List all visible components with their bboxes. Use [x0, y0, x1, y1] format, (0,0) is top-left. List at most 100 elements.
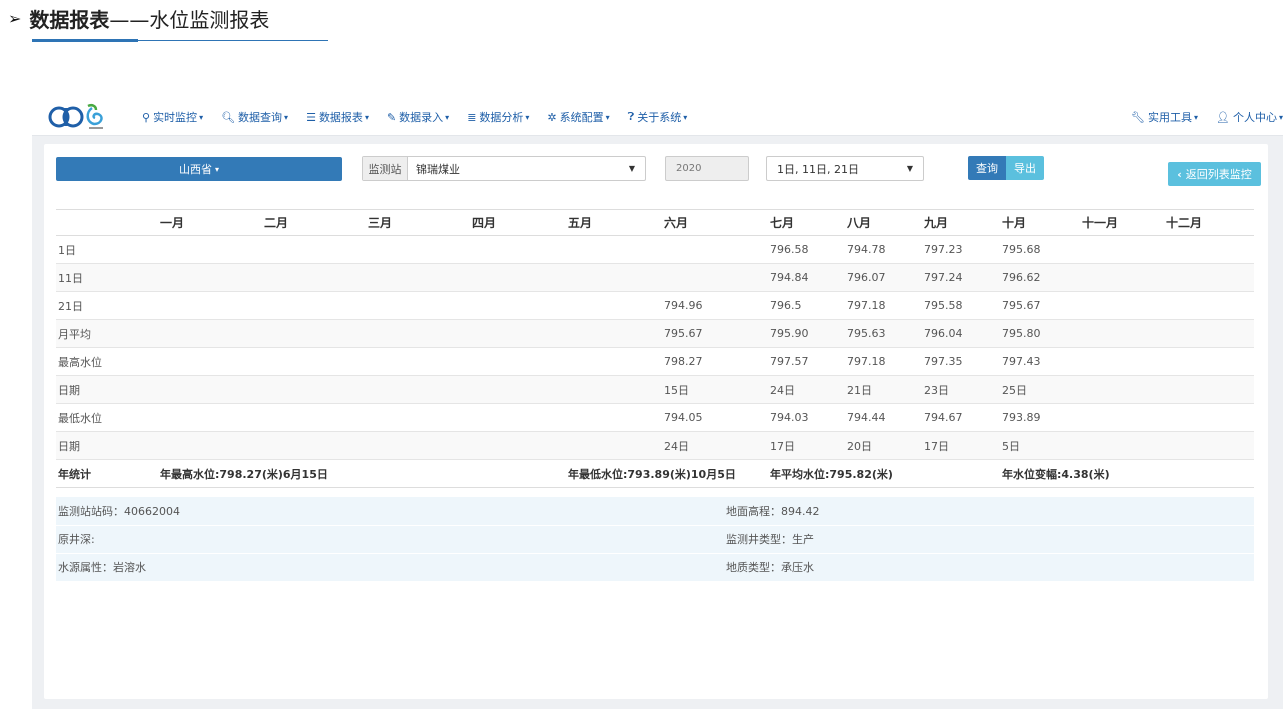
tasks-icon: ≣ [467, 110, 477, 124]
table-cell [1082, 403, 1166, 432]
table-cell [1166, 431, 1254, 460]
table-cell [160, 263, 264, 292]
caret-down-icon: ▾ [214, 164, 219, 174]
table-cell: 795.67 [664, 319, 770, 348]
info-row: 水源属性：岩溶水 地质类型：承压水 [56, 553, 1254, 582]
caret-down-icon: ▾ [199, 112, 204, 122]
user-icon: 👤︎ [1216, 110, 1230, 124]
table-cell: 794.67 [924, 403, 1002, 432]
month-header: 六月 [664, 209, 770, 236]
nav-item-user-center[interactable]: 👤︎ 个人中心 ▾ [1216, 109, 1283, 125]
nav-item-about-system[interactable]: ❓︎ 关于系统 ▾ [628, 109, 688, 125]
month-header: 九月 [924, 209, 1002, 236]
table-cell: 797.43 [1002, 347, 1082, 376]
table-cell: 796.04 [924, 319, 1002, 348]
navbar: ⚲ 实时监控 ▾ 🔍︎ 数据查询 ▾ ☰ 数据报表 ▾ ✎ 数据录入 ▾ ≣ 数… [32, 98, 1283, 136]
table-cell [1082, 375, 1166, 404]
table-cell: 795.68 [1002, 235, 1082, 264]
year-input[interactable]: 2020 [665, 156, 749, 181]
table-cell [1166, 347, 1254, 376]
report-panel: 山西省 ▾ 监测站 锦瑞煤业 ▼ 2020 1日, 11日, 21日 ▼ 查询 … [44, 144, 1268, 699]
ground-elevation: 地面高程：894.42 [726, 497, 1254, 526]
table-cell [568, 347, 664, 376]
nav-item-label: 系统配置 [559, 111, 604, 124]
nav-item-label: 数据查询 [238, 111, 283, 124]
table-cell: 796.58 [770, 235, 847, 264]
nav-item-label: 实用工具 [1148, 111, 1192, 124]
nav-item-data-query[interactable]: 🔍︎ 数据查询 ▾ [221, 109, 288, 125]
station-select[interactable]: 锦瑞煤业 ▼ [408, 157, 645, 180]
table-cell [472, 431, 568, 460]
heading-rest: ——水位监测报表 [109, 7, 270, 32]
table-cell: 795.67 [1002, 291, 1082, 320]
well-type: 监测井类型：生产 [726, 525, 1254, 554]
table-cell [264, 403, 368, 432]
row-label: 日期 [56, 375, 160, 404]
app-frame: ⚲ 实时监控 ▾ 🔍︎ 数据查询 ▾ ☰ 数据报表 ▾ ✎ 数据录入 ▾ ≣ 数… [32, 98, 1283, 709]
table-cell [160, 291, 264, 320]
table-cell [1082, 291, 1166, 320]
month-header: 三月 [368, 209, 472, 236]
days-select[interactable]: 1日, 11日, 21日 ▼ [766, 156, 924, 181]
logo [48, 103, 103, 129]
table-cell [568, 431, 664, 460]
nav-item-realtime-monitor[interactable]: ⚲ 实时监控 ▾ [142, 109, 203, 125]
table-cell [472, 375, 568, 404]
nav-right: 🔧︎ 实用工具 ▾ 👤︎ 个人中心 ▾ [1113, 98, 1283, 136]
table-cell: 23日 [924, 375, 1002, 404]
nav-item-data-analysis[interactable]: ≣ 数据分析 ▾ [467, 109, 529, 125]
nav-item-label: 数据录入 [399, 111, 444, 124]
table-cell [160, 347, 264, 376]
edit-icon: ✎ [386, 110, 397, 124]
annual-max: 年最高水位:798.27(米)6月15日 [160, 459, 568, 488]
export-button[interactable]: 导出 [1006, 156, 1044, 180]
station-select-group: 监测站 锦瑞煤业 ▼ [362, 156, 646, 181]
back-to-list-label: 返回列表监控 [1185, 168, 1252, 181]
row-label: 1日 [56, 235, 160, 264]
info-row: 监测站站码：40662004 地面高程：894.42 [56, 497, 1254, 526]
table-cell: 794.44 [847, 403, 924, 432]
geology-type: 地质类型：承压水 [726, 553, 1254, 582]
table-cell [1082, 347, 1166, 376]
nav-item-data-entry[interactable]: ✎ 数据录入 ▾ [387, 109, 449, 125]
table-cell: 21日 [847, 375, 924, 404]
table-cell [264, 291, 368, 320]
nav-item-system-config[interactable]: ✲ 系统配置 ▾ [547, 109, 609, 125]
table-cell: 5日 [1002, 431, 1082, 460]
heading-strong: 数据报表 [29, 7, 110, 32]
row-label: 日期 [56, 431, 160, 460]
days-select-value: 1日, 11日, 21日 [777, 162, 859, 176]
table-cell [568, 403, 664, 432]
caret-down-icon: ▾ [284, 112, 289, 122]
table-cell [472, 235, 568, 264]
table-cell [368, 403, 472, 432]
table-cell [664, 235, 770, 264]
province-label: 山西省 [178, 163, 212, 176]
caret-down-icon: ▾ [445, 112, 450, 122]
table-cell: 795.63 [847, 319, 924, 348]
table-cell: 15日 [664, 375, 770, 404]
query-button[interactable]: 查询 [968, 156, 1006, 180]
annual-avg: 年平均水位:795.82(米) [770, 459, 1002, 488]
chevron-left-icon: ‹ [1177, 167, 1182, 181]
row-label: 11日 [56, 263, 160, 292]
nav-item-utilities[interactable]: 🔧︎ 实用工具 ▾ [1131, 109, 1198, 125]
table-cell: 797.57 [770, 347, 847, 376]
nav-item-data-report[interactable]: ☰ 数据报表 ▾ [306, 109, 369, 125]
table-cell: 24日 [770, 375, 847, 404]
province-dropdown-button[interactable]: 山西省 ▾ [56, 157, 342, 181]
nav-item-label: 数据报表 [318, 111, 363, 124]
annual-min: 年最低水位:793.89(米)10月5日 [568, 459, 770, 488]
table-cell [1082, 319, 1166, 348]
table-cell: 798.27 [664, 347, 770, 376]
header-empty [56, 209, 160, 236]
table-cell: 794.03 [770, 403, 847, 432]
table-cell [264, 375, 368, 404]
table-cell [568, 263, 664, 292]
table-cell [264, 431, 368, 460]
table-row: 21日 794.96 796.5 797.18 795.58 795.67 [56, 291, 1254, 320]
back-to-list-button[interactable]: ‹ 返回列表监控 [1168, 162, 1261, 186]
table-row: 日期 15日 24日 21日 23日 25日 [56, 375, 1254, 404]
station-code: 监测站站码：40662004 [56, 497, 726, 526]
table-cell [472, 263, 568, 292]
